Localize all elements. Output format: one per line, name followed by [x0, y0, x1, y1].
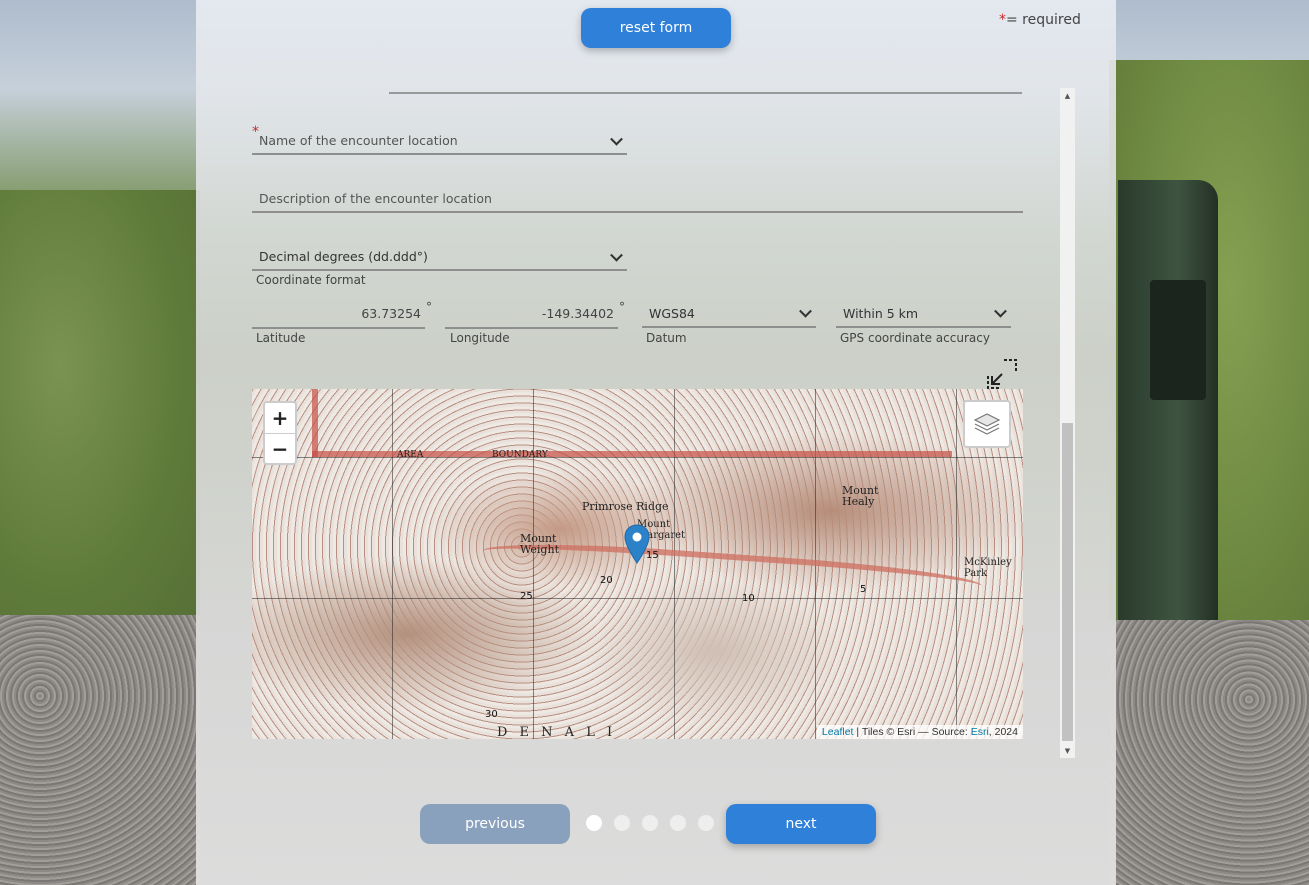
map-mile-30: 30: [485, 709, 498, 720]
map-mile-10: 10: [742, 593, 755, 604]
latitude-degree-unit: °: [426, 300, 432, 314]
gps-accuracy-select[interactable]: Within 5 km: [836, 300, 1011, 328]
map-park-boundary-vertical: [312, 389, 318, 457]
attribution-year: , 2024: [988, 726, 1018, 738]
step-dot-5[interactable]: [698, 815, 714, 831]
expand-map-icon[interactable]: [986, 358, 1018, 390]
scroll-up-arrow-icon[interactable]: ▲: [1060, 88, 1075, 103]
required-text: = required: [1006, 12, 1081, 28]
coordinate-format-select[interactable]: Decimal degrees (dd.ddd°): [252, 244, 627, 271]
map-mile-5: 5: [860, 584, 867, 595]
reset-form-button[interactable]: reset form: [581, 8, 731, 48]
map-label-mckinley-park: McKinley Park: [964, 557, 1012, 579]
required-star: *: [999, 12, 1006, 28]
step-dot-4[interactable]: [670, 815, 686, 831]
longitude-helper: Longitude: [450, 331, 510, 345]
map-layers-button[interactable]: [963, 400, 1011, 448]
location-name-select[interactable]: * Name of the encounter location: [252, 124, 627, 155]
gps-accuracy-helper: GPS coordinate accuracy: [840, 331, 990, 345]
zoom-in-button[interactable]: +: [265, 403, 295, 434]
map-label-mount-weight: Mount Weight: [520, 532, 559, 556]
location-description-input[interactable]: Description of the encounter location: [252, 186, 1023, 213]
leaflet-link[interactable]: Leaflet: [822, 726, 854, 738]
coordinate-format-value: Decimal degrees (dd.ddd°): [259, 249, 428, 264]
longitude-input[interactable]: -149.34402: [445, 304, 618, 329]
attribution-text: | Tiles © Esri — Source:: [853, 726, 971, 738]
layers-icon: [973, 413, 1001, 435]
map-marker-icon[interactable]: [624, 524, 650, 564]
background-hill-left: [0, 190, 200, 630]
encounter-map[interactable]: AREA BOUNDARY Primrose Ridge Mount Weigh…: [252, 389, 1023, 739]
step-dot-1[interactable]: [586, 815, 602, 831]
datum-helper: Datum: [646, 331, 687, 345]
coordinate-format-helper: Coordinate format: [256, 273, 366, 287]
map-mile-25: 25: [520, 591, 533, 602]
datum-value: WGS84: [649, 305, 695, 321]
scroll-down-arrow-icon[interactable]: ▼: [1060, 743, 1075, 758]
form-panel: reset form *= required * Name of the enc…: [196, 0, 1116, 885]
chevron-down-icon: [610, 132, 623, 146]
background-bus: [1118, 180, 1218, 620]
location-name-label: Name of the encounter location: [259, 133, 458, 148]
latitude-input[interactable]: 63.73254: [252, 304, 425, 329]
latitude-helper: Latitude: [256, 331, 306, 345]
gps-accuracy-value: Within 5 km: [843, 305, 919, 321]
map-label-mount-healy: Mount Healy: [842, 484, 879, 508]
map-label-denali: D E N A L I: [497, 725, 617, 739]
zoom-out-button[interactable]: −: [265, 434, 295, 464]
background-gravel-right: [1109, 620, 1309, 885]
background-bus-window: [1150, 280, 1206, 400]
map-label-boundary: BOUNDARY: [492, 450, 548, 460]
required-legend: *= required: [999, 12, 1081, 28]
scrollbar[interactable]: ▲ ▼: [1060, 88, 1075, 758]
form-scroll-area[interactable]: * Name of the encounter location Descrip…: [252, 88, 1075, 758]
chevron-down-icon: [610, 248, 623, 262]
previous-button[interactable]: previous: [420, 804, 570, 844]
next-button[interactable]: next: [726, 804, 876, 844]
scrollbar-thumb[interactable]: [1062, 423, 1073, 741]
map-label-primrose-ridge: Primrose Ridge: [582, 500, 669, 513]
chevron-down-icon: [799, 304, 812, 318]
previous-field-underline: [389, 92, 1022, 94]
background-gravel-left: [0, 615, 200, 885]
chevron-down-icon: [994, 304, 1007, 318]
location-description-placeholder: Description of the encounter location: [259, 191, 492, 206]
map-mile-20: 20: [600, 575, 613, 586]
map-attribution: Leaflet | Tiles © Esri — Source: Esri, 2…: [816, 725, 1023, 739]
step-dot-3[interactable]: [642, 815, 658, 831]
map-zoom-control: + −: [263, 401, 297, 465]
datum-select[interactable]: WGS84: [642, 300, 816, 328]
map-label-area: AREA: [397, 450, 424, 460]
longitude-degree-unit: °: [619, 300, 625, 314]
location-name-required-star: *: [252, 124, 259, 140]
esri-link[interactable]: Esri: [971, 726, 989, 738]
step-dot-2[interactable]: [614, 815, 630, 831]
